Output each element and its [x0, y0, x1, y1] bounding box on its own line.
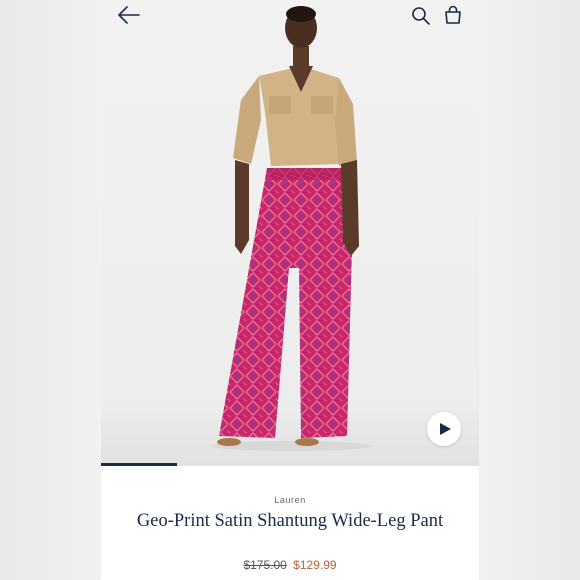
- product-info: Lauren Geo-Print Satin Shantung Wide-Leg…: [101, 466, 479, 580]
- sale-price: $129.99: [293, 558, 337, 572]
- top-navigation: [101, 0, 479, 34]
- shopping-bag-button[interactable]: [443, 5, 463, 25]
- original-price: $175.00: [243, 558, 287, 572]
- search-button[interactable]: [411, 6, 431, 26]
- background-left: [0, 0, 101, 580]
- background-right: [479, 0, 580, 580]
- arrow-left-icon: [118, 6, 140, 24]
- price-row: $175.00 $129.99: [101, 558, 479, 572]
- brand-name[interactable]: Lauren: [101, 495, 479, 505]
- product-page: Lauren Geo-Print Satin Shantung Wide-Leg…: [101, 0, 479, 580]
- back-button[interactable]: [117, 4, 141, 26]
- model-illustration: [211, 6, 371, 451]
- shopping-bag-icon: [445, 5, 461, 24]
- product-title: Geo-Print Satin Shantung Wide-Leg Pant: [136, 511, 444, 531]
- product-image[interactable]: [101, 0, 479, 465]
- play-video-button[interactable]: [427, 412, 461, 446]
- play-icon: [440, 423, 451, 435]
- search-icon: [412, 7, 430, 25]
